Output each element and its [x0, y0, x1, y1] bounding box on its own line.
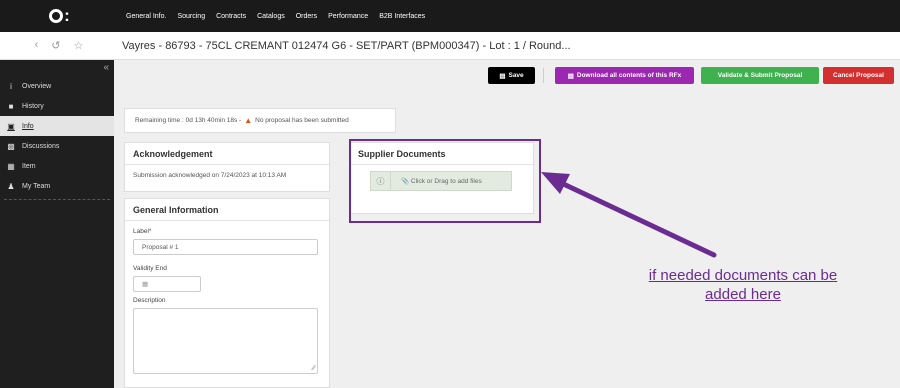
label-field-label: Label* [133, 228, 152, 235]
toolbar-separator [543, 68, 544, 83]
nav-orders[interactable]: Orders [296, 13, 317, 20]
nav-b2b-interfaces[interactable]: B2B Interfaces [379, 13, 425, 20]
sidebar-item-label: My Team [22, 182, 51, 190]
sidebar-item-item[interactable]: ▦ Item [0, 156, 114, 176]
description-textarea[interactable]: ∕∕ [133, 308, 318, 374]
status-banner: Remaining time : 0d 13h 40min 18s - ▲ No… [124, 108, 396, 133]
save-button[interactable]: ▤ Save [488, 67, 535, 84]
top-nav-bar: : General Info. Sourcing Contracts Catal… [0, 0, 900, 32]
annotation-text: if needed documents can be added here [612, 266, 874, 304]
sidebar-item-history[interactable]: ■ History [0, 96, 114, 116]
validate-submit-button[interactable]: Validate & Submit Proposal [701, 67, 819, 84]
sidebar-item-discussions[interactable]: ▩ Discussions [0, 136, 114, 156]
description-label: Description [133, 297, 166, 304]
annotation-line-2: added here [705, 286, 781, 303]
title-bar-actions: ‹ ↺ ☆ [0, 39, 118, 52]
sidebar-item-info[interactable]: ▣ Info [0, 116, 114, 136]
acknowledgement-text: Submission acknowledged on 7/24/2023 at … [133, 172, 287, 179]
discussions-icon: ▩ [7, 141, 15, 151]
acknowledgement-card: Acknowledgement Submission acknowledged … [124, 142, 330, 192]
general-information-card: General Information Label* Proposal # 1 … [124, 198, 330, 388]
general-information-title: General Information [125, 199, 329, 221]
download-button-label: Download all contents of this RFx [576, 72, 682, 79]
sidebar-item-label: Item [22, 162, 36, 170]
sidebar-item-label: Overview [22, 82, 52, 90]
team-icon: ♟ [7, 181, 15, 191]
main-nav: General Info. Sourcing Contracts Catalog… [126, 13, 425, 20]
label-input[interactable]: Proposal # 1 [133, 239, 318, 255]
validity-end-label: Validity End [133, 265, 167, 272]
sidebar-divider [4, 199, 110, 200]
page-title: Vayres - 86793 - 75CL CREMANT 012474 G6 … [122, 39, 571, 52]
document-icon: ▤ [567, 72, 574, 80]
calendar-icon: ▦ [142, 281, 149, 288]
main-content: ▤ Save ▤ Download all contents of this R… [114, 60, 900, 388]
history-icon: ■ [8, 101, 14, 111]
acknowledgement-title: Acknowledgement [125, 143, 329, 165]
nav-catalogs[interactable]: Catalogs [257, 13, 285, 20]
validity-end-date-input[interactable]: ▦ [133, 276, 201, 292]
annotation-line-1: if needed documents can be [648, 267, 838, 284]
save-icon: ▤ [499, 72, 506, 80]
nav-performance[interactable]: Performance [328, 13, 368, 20]
collapse-sidebar-icon[interactable]: « [103, 62, 109, 73]
title-bar: ‹ ↺ ☆ Vayres - 86793 - 75CL CREMANT 0124… [0, 32, 900, 60]
star-icon[interactable]: ☆ [74, 39, 84, 52]
back-arrow-icon[interactable]: ‹ [35, 39, 39, 52]
sidebar-item-overview[interactable]: i Overview [0, 76, 114, 96]
resize-grip-icon[interactable]: ∕∕ [313, 365, 315, 372]
sidebar-item-label: Info [22, 122, 34, 130]
info-icon: i [10, 81, 12, 91]
proposal-status: No proposal has been submitted [255, 117, 349, 124]
info-doc-icon: ▣ [7, 121, 15, 131]
sidebar-item-my-team[interactable]: ♟ My Team [0, 176, 114, 196]
nav-general-info[interactable]: General Info. [126, 13, 166, 20]
nav-contracts[interactable]: Contracts [216, 13, 246, 20]
warning-icon: ▲ [244, 116, 253, 125]
sidebar: « i Overview ■ History ▣ Info ▩ Discussi… [0, 60, 114, 388]
save-button-label: Save [508, 72, 524, 79]
cancel-proposal-button[interactable]: Cancel Proposal [823, 67, 894, 84]
remaining-time: Remaining time : 0d 13h 40min 18s - [135, 117, 242, 124]
sidebar-item-label: History [22, 102, 44, 110]
history-undo-icon[interactable]: ↺ [51, 39, 60, 52]
item-icon: ▦ [7, 161, 15, 171]
annotation-highlight-box [349, 139, 541, 223]
app-logo[interactable]: : [0, 6, 118, 26]
nav-sourcing[interactable]: Sourcing [177, 13, 205, 20]
sidebar-item-label: Discussions [22, 142, 60, 150]
download-all-button[interactable]: ▤ Download all contents of this RFx [555, 67, 694, 84]
